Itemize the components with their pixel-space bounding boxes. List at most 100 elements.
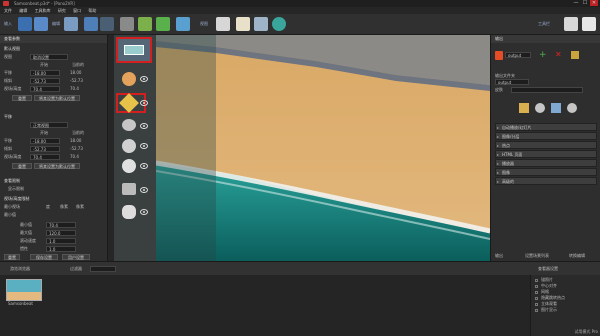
scene-list-tab[interactable]: 设置场景列表	[525, 253, 549, 259]
checkbox[interactable]	[535, 278, 538, 282]
tour-icon[interactable]	[138, 17, 152, 31]
skin-tool-icon[interactable]	[122, 72, 136, 86]
search-icon[interactable]	[582, 17, 596, 31]
reset-button-2[interactable]: 重置	[12, 163, 32, 169]
video-tool-icon[interactable]	[122, 139, 136, 153]
pano-icon[interactable]	[64, 17, 78, 31]
sound-tool-icon[interactable]	[122, 119, 136, 131]
transition-edit-tab[interactable]: 转换编辑	[569, 253, 585, 259]
output-icon[interactable]	[100, 17, 114, 31]
visibility-eye-icon[interactable]	[140, 163, 148, 169]
remove-output-icon[interactable]: ✕	[555, 51, 563, 59]
menu-edit[interactable]: 编辑	[19, 7, 27, 14]
section-html-page[interactable]: HTML 页面	[495, 150, 597, 158]
skin-icon[interactable]	[176, 17, 190, 31]
scroll-speed-input[interactable]: 1.0	[46, 238, 76, 244]
section-default-view: 默认视图	[4, 46, 20, 51]
section-hotspots[interactable]: 热点	[495, 141, 597, 149]
tilt-input[interactable]: -52.73	[30, 78, 60, 84]
settings-icon[interactable]	[535, 103, 545, 113]
menu-tools[interactable]: 工具和库	[35, 7, 51, 14]
checkbox[interactable]	[535, 302, 538, 306]
render-icon[interactable]	[519, 103, 529, 113]
preview-icon[interactable]	[551, 103, 561, 113]
maximize-button[interactable]: ☐	[581, 0, 589, 6]
light-tool-icon[interactable]	[122, 159, 136, 173]
section-autoplay[interactable]: 自动播放/幻灯片	[495, 123, 597, 131]
visibility-eye-icon[interactable]	[140, 209, 148, 215]
max-input[interactable]: 120.0	[46, 230, 76, 236]
output-format-select[interactable]: output	[505, 52, 531, 58]
clipboard-icon[interactable]	[236, 17, 250, 31]
fov-input[interactable]: 70.4	[30, 86, 60, 92]
fov-option-pixel-2[interactable]: 像素	[76, 204, 84, 210]
import-icon[interactable]	[34, 17, 48, 31]
menu-file[interactable]: 文件	[4, 7, 12, 14]
visibility-eye-icon[interactable]	[140, 100, 148, 106]
tilt-current: -52.73	[70, 78, 83, 83]
menu-research[interactable]: 研究	[58, 7, 66, 14]
set-default-button[interactable]: 将其设置为默认位置	[34, 95, 80, 101]
projection-select[interactable]: 正常视图	[30, 122, 68, 128]
binoculars-icon[interactable]	[216, 17, 230, 31]
map-icon[interactable]	[156, 17, 170, 31]
canvas-overlay	[156, 35, 216, 261]
star-icon[interactable]	[564, 17, 578, 31]
menu-window[interactable]: 窗口	[73, 7, 81, 14]
tilt-input-2[interactable]: -52.73	[30, 146, 60, 152]
filter-input[interactable]	[90, 266, 116, 272]
open-folder-icon[interactable]	[567, 103, 577, 113]
viewer-icon[interactable]	[84, 17, 98, 31]
visibility-eye-icon[interactable]	[140, 143, 148, 149]
fov-label: 视场/高度	[4, 86, 22, 91]
set-default-button-2[interactable]: 将其设置为默认位置	[34, 163, 80, 169]
hotspot-tool-icon[interactable]	[116, 37, 152, 63]
checkbox[interactable]	[535, 308, 538, 312]
min-input[interactable]: 70.4	[46, 222, 76, 228]
menu-help[interactable]: 帮助	[88, 7, 96, 14]
scene-thumbnail[interactable]	[6, 279, 42, 301]
viewer-settings-title: 查看器设置	[538, 266, 558, 271]
visibility-eye-icon[interactable]	[140, 76, 148, 82]
gear-icon[interactable]	[254, 17, 268, 31]
edit-output-icon[interactable]	[571, 51, 579, 59]
skin-select[interactable]	[511, 87, 583, 93]
section-advanced[interactable]: 高级的	[495, 177, 597, 185]
panorama-canvas[interactable]	[156, 35, 490, 261]
output-tab[interactable]: 输出	[495, 253, 503, 259]
grid-icon[interactable]	[120, 17, 134, 31]
close-button[interactable]: ✕	[590, 0, 598, 6]
reset-limits-button[interactable]: 重置	[4, 254, 20, 260]
checkbox[interactable]	[535, 290, 538, 294]
fov-value-label: 最小值	[4, 212, 16, 217]
visibility-eye-icon[interactable]	[140, 187, 148, 193]
camera-tool-icon[interactable]	[122, 183, 136, 195]
section-image[interactable]: 图像/分层	[495, 132, 597, 140]
show-limits-checkbox[interactable]: 显示限制	[8, 186, 24, 192]
section-player[interactable]: 播放器	[495, 159, 597, 167]
effect-tool-icon[interactable]	[122, 205, 136, 219]
output-folder-input[interactable]: output	[495, 79, 529, 85]
fov-option-degree[interactable]: 度	[46, 204, 50, 210]
start-label: 开始	[40, 62, 48, 67]
help-icon[interactable]	[272, 17, 286, 31]
pan-input-2[interactable]: -18.00	[30, 138, 60, 144]
save-settings-button[interactable]: 保存设置	[30, 254, 58, 260]
fov-input-2[interactable]: 70.4	[30, 154, 60, 160]
view-select[interactable]: 取消设置	[30, 54, 68, 60]
checkbox[interactable]	[535, 296, 538, 300]
inertia-input[interactable]: 1.0	[46, 246, 76, 252]
visibility-eye-icon[interactable]	[140, 123, 148, 129]
checkbox[interactable]	[535, 284, 538, 288]
add-output-icon[interactable]: +	[539, 51, 547, 60]
pan-input[interactable]: -18.00	[30, 70, 60, 76]
fov-option-pixel[interactable]: 像素	[60, 204, 68, 210]
minimize-button[interactable]: —	[572, 0, 580, 6]
add-media-icon[interactable]	[18, 17, 32, 31]
section-images[interactable]: 图像	[495, 168, 597, 176]
reset-button[interactable]: 重置	[12, 95, 32, 101]
fov-current: 70.4	[70, 86, 79, 91]
user-settings-button[interactable]: 用户设置	[62, 254, 90, 260]
skin-label: 皮肤	[495, 87, 503, 92]
title-bar: Samsonbeat.p3d* - [Pano2VR] — ☐ ✕	[0, 0, 600, 7]
